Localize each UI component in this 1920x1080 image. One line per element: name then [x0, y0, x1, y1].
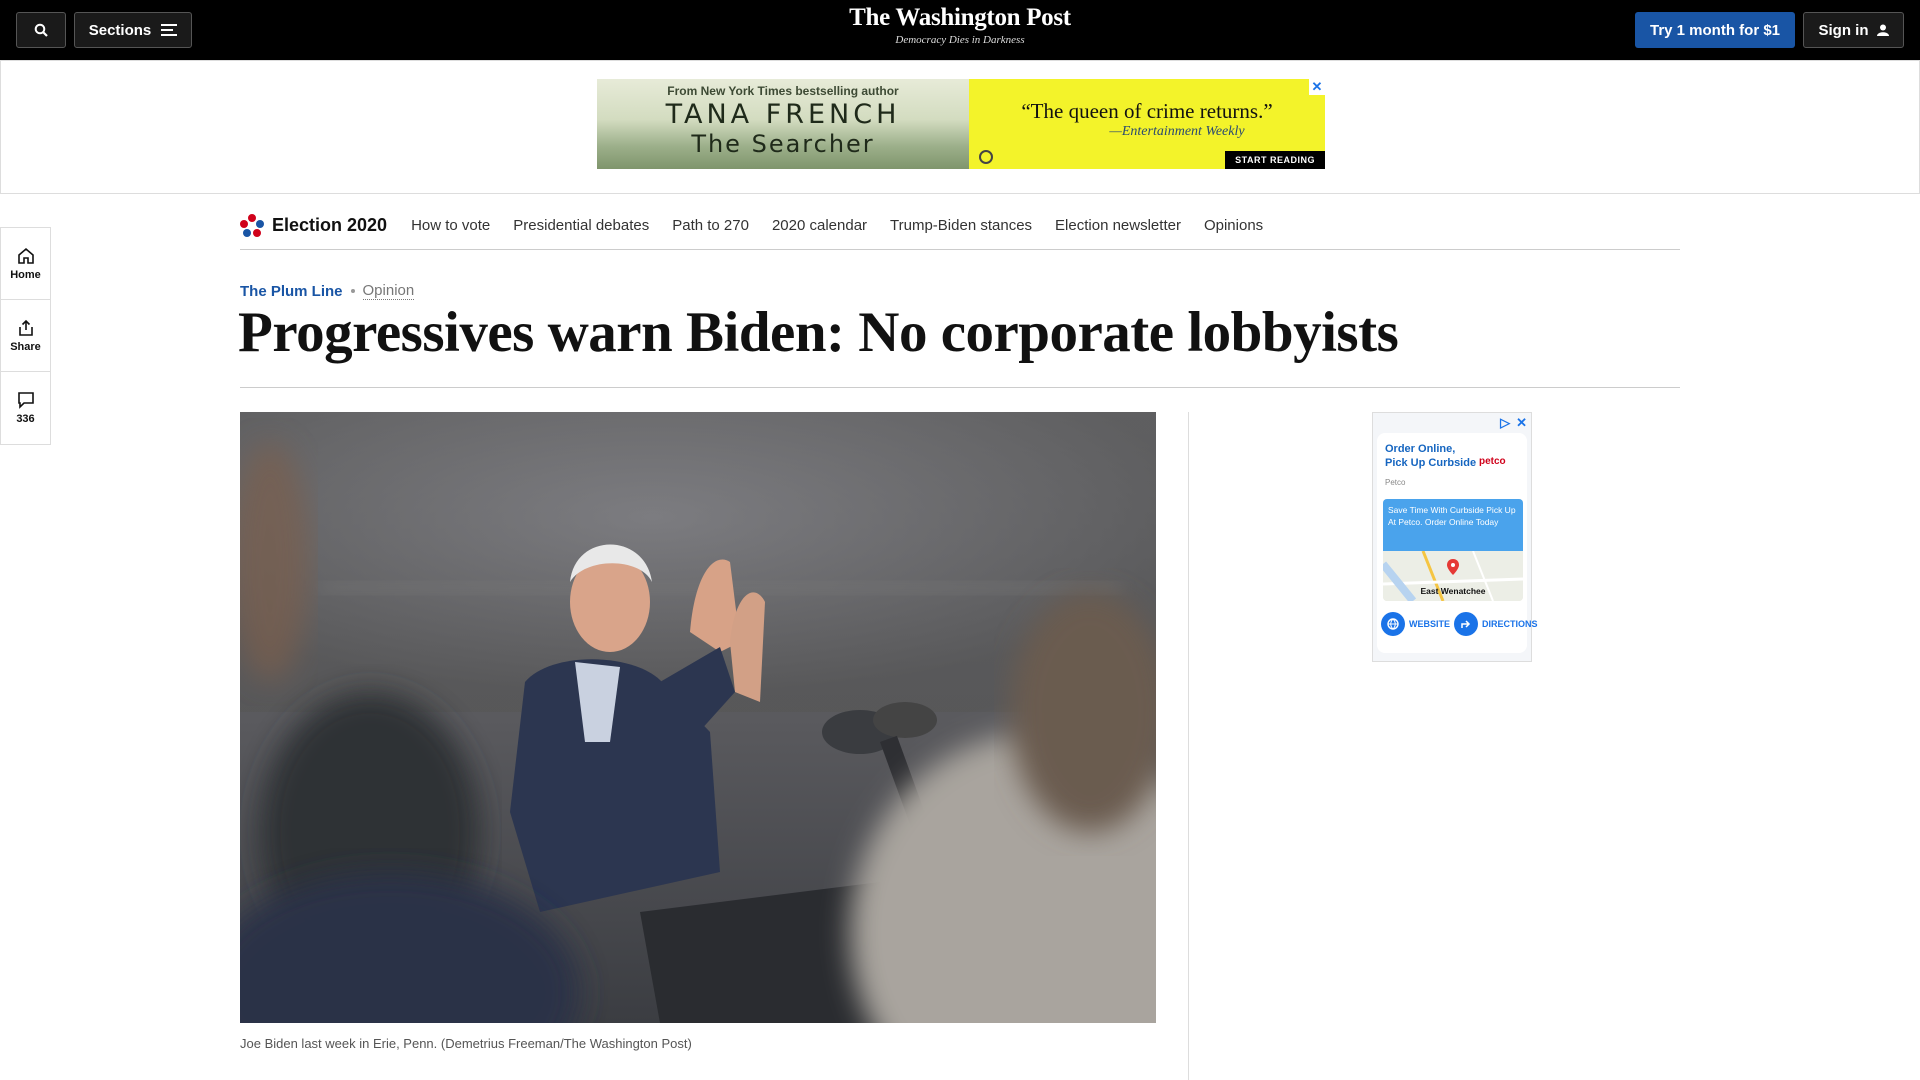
side-ad-brand-logo: petco [1479, 456, 1506, 467]
masthead[interactable]: The Washington Post Democracy Dies in Da… [760, 4, 1160, 46]
opinion-label[interactable]: Opinion [362, 282, 415, 300]
home-icon [17, 247, 34, 264]
side-ad-close-icon[interactable]: ✕ [1516, 415, 1527, 431]
rail-share-button[interactable]: Share [1, 300, 50, 372]
comment-icon [17, 392, 34, 409]
share-icon [18, 319, 33, 336]
column-link[interactable]: The Plum Line [240, 283, 343, 300]
rail-share-label: Share [10, 340, 41, 353]
menu-icon [161, 24, 178, 36]
rail-comments-button[interactable]: 336 [1, 372, 50, 444]
nav-link-how-to-vote[interactable]: How to vote [411, 217, 490, 234]
side-ad-map[interactable]: Save Time With Curbside Pick Up At Petco… [1383, 499, 1523, 601]
publisher-logo-icon [979, 150, 993, 164]
globe-icon[interactable] [1381, 612, 1405, 636]
side-ad-promo: Save Time With Curbside Pick Up At Petco… [1383, 499, 1523, 551]
directions-icon[interactable] [1454, 612, 1479, 636]
rail-home-label: Home [10, 268, 41, 281]
top-bar: Sections The Washington Post Democracy D… [0, 0, 1920, 60]
side-ad-place: East Wenatchee [1420, 586, 1486, 596]
ad-close-icon[interactable]: ✕ [1309, 79, 1325, 95]
election-2020-title: Election 2020 [272, 215, 388, 235]
headline-divider [240, 387, 1680, 388]
site-tagline: Democracy Dies in Darkness [895, 34, 1025, 46]
ad-choices[interactable]: ▷ ✕ [1500, 415, 1527, 431]
rail-comments-count: 336 [16, 413, 35, 425]
sign-in-button[interactable]: Sign in [1803, 12, 1904, 48]
ad-banner[interactable]: From New York Times bestselling author T… [597, 79, 1325, 169]
rail-home-button[interactable]: Home [1, 228, 50, 300]
subscribe-button[interactable]: Try 1 month for $1 [1635, 12, 1795, 48]
photo-caption: Joe Biden last week in Erie, Penn. (Deme… [240, 1036, 692, 1051]
side-ad-actions: WEBSITE DIRECTIONS [1381, 612, 1538, 636]
side-ad-directions-link[interactable]: DIRECTIONS [1482, 619, 1538, 629]
sign-in-label: Sign in [1818, 21, 1869, 39]
ad-row: From New York Times bestselling author T… [0, 60, 1920, 194]
election-2020-brand[interactable]: Election 2020 [240, 213, 388, 238]
nav-link-election-newsletter[interactable]: Election newsletter [1055, 217, 1181, 234]
column-divider [1188, 412, 1189, 1080]
lead-photo-image [240, 412, 1156, 1023]
ad-cta[interactable]: START READING [1225, 151, 1325, 169]
ad-banner-right: “The queen of crime returns.” —Entertain… [969, 79, 1325, 169]
nav-link-path-to-270[interactable]: Path to 270 [672, 217, 749, 234]
site-logo: The Washington Post [849, 4, 1071, 31]
side-ad-headline: Order Online, Pick Up Curbside [1385, 442, 1476, 470]
side-ad-headline-line1: Order Online, [1385, 443, 1456, 455]
nav-link-opinions[interactable]: Opinions [1204, 217, 1263, 234]
lead-photo[interactable] [240, 412, 1156, 1023]
ad-attribution: —Entertainment Weekly [1109, 124, 1245, 139]
side-ad-advertiser: Petco [1385, 478, 1406, 487]
kicker-separator [350, 289, 355, 293]
section-nav: Election 2020 How to vote Presidential d… [240, 202, 1680, 250]
left-rail: Home Share 336 [0, 227, 51, 445]
side-ad[interactable]: ▷ ✕ Order Online, Pick Up Curbside petco… [1372, 412, 1538, 662]
search-button[interactable] [16, 12, 66, 48]
adchoices-icon: ▷ [1500, 415, 1511, 430]
article-headline: Progressives warn Biden: No corporate lo… [238, 301, 1399, 364]
ad-quote: “The queen of crime returns.” [1021, 99, 1273, 123]
nav-link-trump-biden-stances[interactable]: Trump-Biden stances [890, 217, 1032, 234]
user-icon [1876, 24, 1889, 36]
side-ad-website-link[interactable]: WEBSITE [1409, 619, 1450, 629]
side-ad-headline-line2: Pick Up Curbside [1385, 457, 1477, 469]
nav-link-2020-calendar[interactable]: 2020 calendar [772, 217, 867, 234]
side-ad-card: Order Online, Pick Up Curbside petco Pet… [1377, 433, 1538, 653]
search-icon [34, 23, 48, 37]
article-kicker: The Plum Line Opinion [240, 282, 415, 300]
ad-banner-left: From New York Times bestselling author T… [597, 79, 969, 169]
ad-author: TANA FRENCH [665, 99, 901, 130]
ad-from-text: From New York Times bestselling author [667, 84, 899, 98]
nav-link-presidential-debates[interactable]: Presidential debates [513, 217, 649, 234]
map-pin-icon [1447, 559, 1459, 575]
ad-book-title: The Searcher [691, 130, 875, 158]
sections-button[interactable]: Sections [74, 12, 192, 48]
sections-label: Sections [88, 21, 152, 39]
election-star-icon [240, 213, 264, 237]
